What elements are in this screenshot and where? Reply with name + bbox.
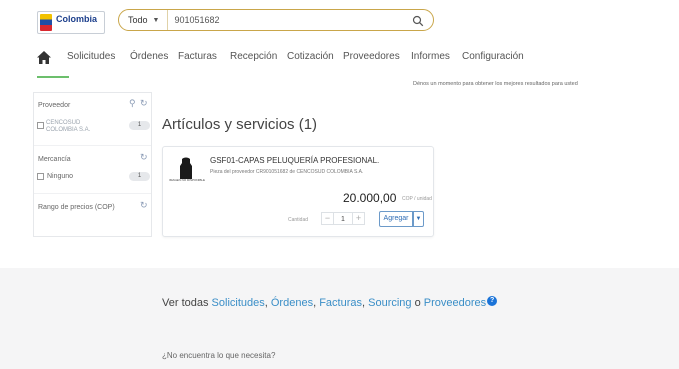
- filter-divider: [34, 193, 151, 194]
- bottom-section: Ver todas Solicitudes, Órdenes, Facturas…: [0, 268, 679, 369]
- filter-merchandise-checkbox[interactable]: [37, 173, 44, 180]
- search-bar: Todo ▼: [118, 9, 434, 31]
- loading-status-message: Dénos un momento para obtener los mejore…: [413, 81, 578, 87]
- filter-merchandise-label: Mercancía: [38, 156, 71, 163]
- filter-merchandise-option[interactable]: Ninguno: [47, 173, 73, 180]
- filter-divider: [34, 145, 151, 146]
- see-all-link-facturas[interactable]: Facturas: [319, 297, 362, 309]
- result-item-card: IMAGEN NO DISPONIBLE GSF01-CAPAS PELUQUE…: [162, 146, 434, 237]
- refresh-icon[interactable]: ↻: [140, 98, 148, 109]
- nav-item-cotizacion[interactable]: Cotización: [287, 51, 334, 62]
- main-nav: Solicitudes Órdenes Facturas Recepción C…: [0, 45, 679, 71]
- thumbnail-caption: IMAGEN NO DISPONIBLE: [169, 178, 206, 182]
- refresh-icon[interactable]: ↻: [140, 152, 148, 163]
- search-input[interactable]: [174, 15, 415, 25]
- filter-supplier-label: Proveedor: [38, 102, 71, 109]
- results-title: Artículos y servicios (1): [162, 116, 318, 133]
- nav-item-ordenes[interactable]: Órdenes: [130, 51, 168, 62]
- see-all-link-proveedores[interactable]: Proveedores: [424, 297, 486, 309]
- see-all-line: Ver todas Solicitudes, Órdenes, Facturas…: [162, 296, 498, 309]
- nav-item-facturas[interactable]: Facturas: [178, 51, 217, 62]
- see-all-prefix: Ver todas: [162, 297, 209, 309]
- filter-merchandise-count: 1: [129, 172, 150, 181]
- company-logo[interactable]: Colombia: [37, 11, 105, 34]
- filter-supplier-option[interactable]: CENCOSUD COLOMBIA S.A.: [46, 120, 96, 134]
- see-all-link-solicitudes[interactable]: Solicitudes: [212, 297, 265, 309]
- see-all-link-sourcing[interactable]: Sourcing: [368, 297, 411, 309]
- nav-item-solicitudes[interactable]: Solicitudes: [67, 51, 115, 62]
- filter-price-range-label: Rango de precios (COP): [38, 204, 115, 211]
- refresh-icon[interactable]: ↻: [140, 200, 148, 211]
- item-price: 20.000,00: [343, 191, 397, 205]
- nav-active-indicator: [37, 76, 69, 78]
- top-bar: Colombia Todo ▼: [0, 0, 679, 40]
- search-scope-select[interactable]: Todo ▼: [119, 10, 169, 30]
- filter-search-icon[interactable]: ⚲: [129, 98, 136, 109]
- item-price-unit: COP / unidad: [402, 196, 432, 202]
- item-supplier-part: Pieza del proveedor CR901051682 de CENCO…: [210, 169, 364, 175]
- filter-supplier-checkbox[interactable]: [37, 122, 44, 129]
- quantity-decrement-button[interactable]: −: [321, 212, 334, 225]
- filters-panel: Proveedor ⚲ ↻ CENCOSUD COLOMBIA S.A. 1 M…: [33, 92, 152, 237]
- add-options-chevron-icon[interactable]: ▼: [413, 211, 424, 227]
- quantity-input[interactable]: 1: [334, 212, 352, 225]
- filter-supplier-count: 1: [129, 121, 150, 130]
- chevron-down-icon: ▼: [152, 16, 160, 24]
- logo-mark-icon: [40, 14, 52, 31]
- nav-item-informes[interactable]: Informes: [411, 51, 450, 62]
- nav-item-recepcion[interactable]: Recepción: [230, 51, 277, 62]
- quantity-increment-button[interactable]: +: [352, 212, 365, 225]
- search-scope-label: Todo: [128, 15, 148, 25]
- nav-item-configuracion[interactable]: Configuración: [462, 51, 524, 62]
- see-all-conjunction: o: [414, 297, 421, 309]
- logo-text: Colombia: [56, 14, 98, 24]
- search-icon[interactable]: [412, 15, 424, 27]
- nav-item-proveedores[interactable]: Proveedores: [343, 51, 400, 62]
- item-title[interactable]: GSF01-CAPAS PELUQUERÍA PROFESIONAL.: [210, 156, 379, 165]
- add-to-cart-button[interactable]: Agregar: [379, 211, 413, 227]
- logo-subtext: [56, 25, 97, 30]
- not-found-prompt[interactable]: ¿No encuentra lo que necesita?: [162, 351, 275, 360]
- see-all-link-ordenes[interactable]: Órdenes: [271, 297, 313, 309]
- info-icon[interactable]: ?: [487, 296, 498, 306]
- quantity-label: Cantidad: [288, 217, 309, 223]
- home-icon[interactable]: [37, 51, 51, 64]
